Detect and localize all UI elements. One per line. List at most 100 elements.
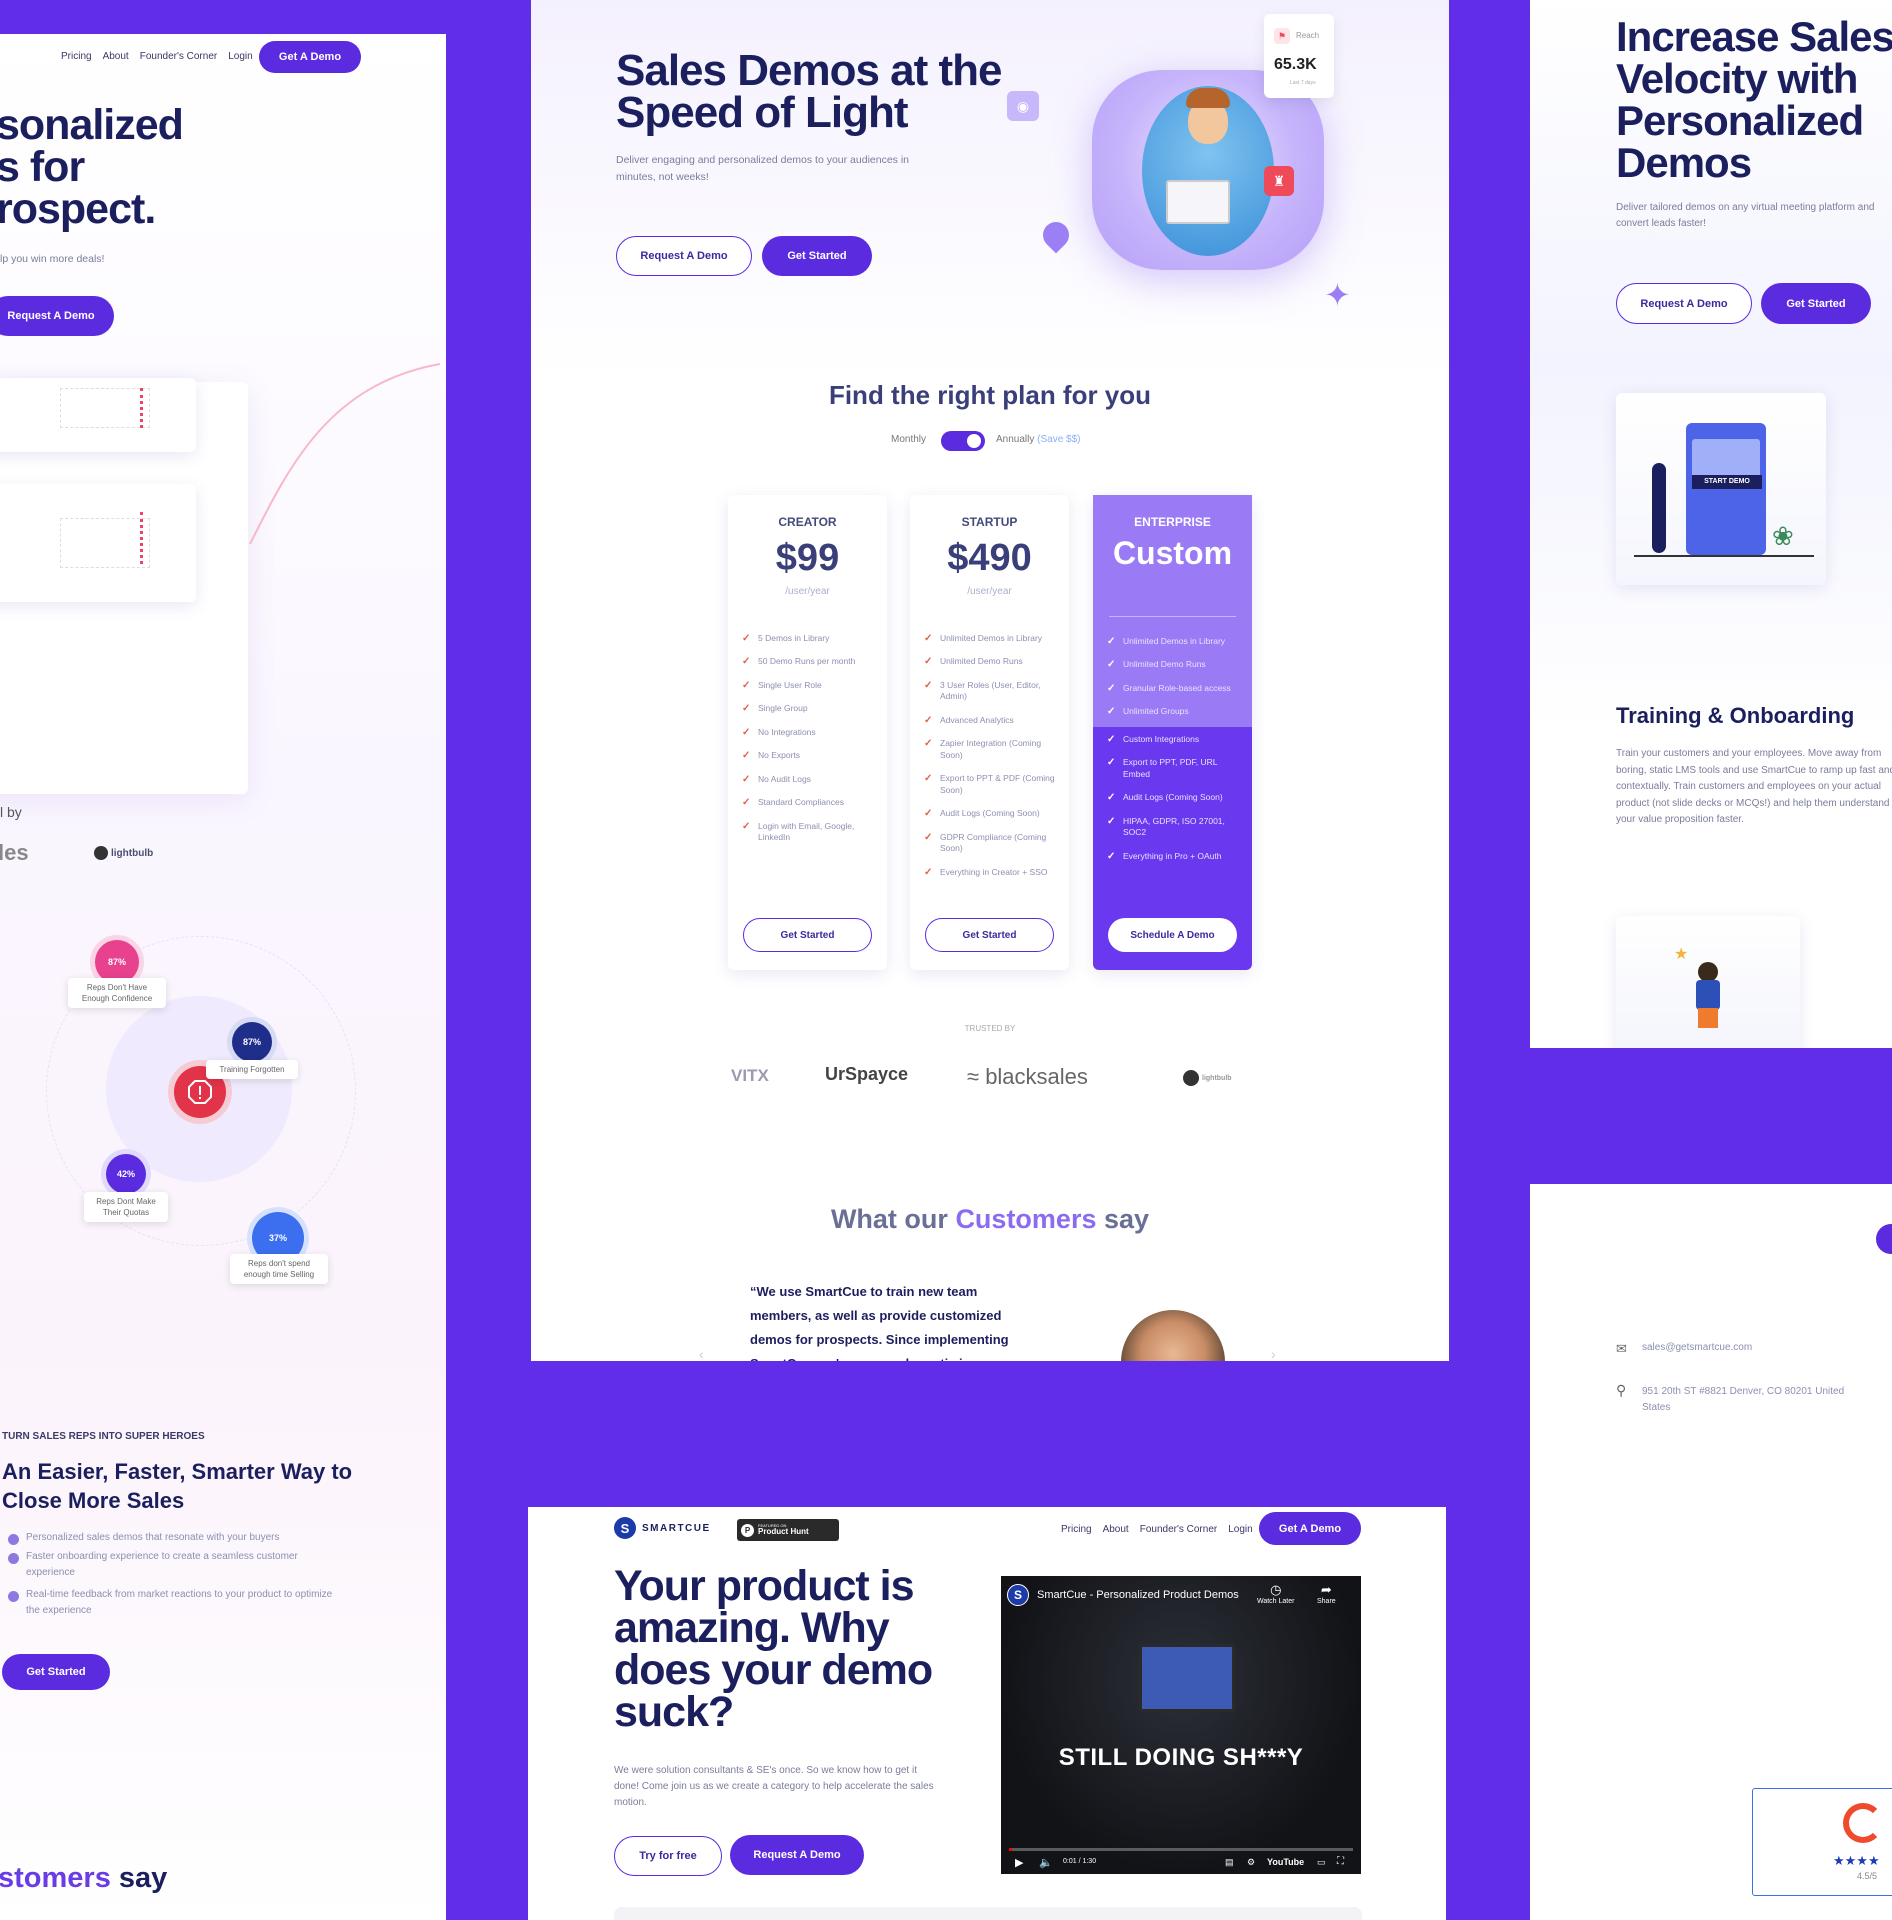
video-player[interactable]: S SmartCue - Personalized Product Demos … bbox=[1001, 1576, 1361, 1874]
hero-title: sonalized s for rospect. bbox=[0, 101, 184, 233]
try-for-free-button[interactable]: Try for free bbox=[614, 1836, 722, 1876]
contact-panel: ✉ sales@getsmartcue.com ⚲ 951 20th ST #8… bbox=[1530, 1184, 1892, 1920]
bullet-item: Faster onboarding experience to create a… bbox=[0, 1549, 340, 1581]
testimonial-quote: “We use SmartCue to train new team membe… bbox=[750, 1284, 1012, 1361]
feature-item: HIPAA, GDPR, ISO 27001, SOC2 bbox=[1107, 810, 1238, 845]
plan-card-enterprise: ENTERPRISE Custom Unlimited Demos in Lib… bbox=[1093, 495, 1252, 970]
get-a-demo-button[interactable]: Get A Demo bbox=[259, 41, 361, 73]
nav-pricing[interactable]: Pricing bbox=[61, 51, 92, 62]
feature-item: Everything in Pro + OAuth bbox=[1107, 845, 1238, 868]
trophy-icon: ★ bbox=[1674, 946, 1689, 963]
plan-card-startup: STARTUP $490 /user/year Unlimited Demos … bbox=[910, 495, 1069, 970]
video-title[interactable]: SmartCue - Personalized Product Demos bbox=[1037, 1589, 1239, 1601]
stat-label: Training Forgotten bbox=[206, 1060, 298, 1080]
chevron-right-icon[interactable]: › bbox=[1271, 1346, 1276, 1361]
feature-item: Unlimited Groups bbox=[1107, 700, 1238, 723]
request-demo-button[interactable]: Request A Demo bbox=[0, 296, 114, 336]
location-icon: ⚲ bbox=[1616, 1382, 1627, 1398]
laptop-screen bbox=[1139, 1644, 1235, 1712]
play-icon[interactable]: ▶ bbox=[1015, 1856, 1023, 1869]
stat-label: Reps Dont Make Their Quotas bbox=[84, 1192, 168, 1223]
schedule-demo-button[interactable]: Schedule A Demo bbox=[1108, 918, 1237, 952]
contact-address: 951 20th ST #8821 Denver, CO 80201 Unite… bbox=[1642, 1386, 1845, 1413]
plan-price: Custom bbox=[1112, 535, 1233, 571]
nav-about[interactable]: About bbox=[103, 51, 129, 62]
feature-item: 5 Demos in Library bbox=[742, 627, 873, 650]
get-started-button[interactable]: Get Started bbox=[925, 918, 1054, 952]
get-started-button[interactable]: Get Started bbox=[1761, 283, 1871, 324]
nav-login[interactable]: Login bbox=[1228, 1524, 1252, 1535]
reach-period: Last 7 days bbox=[1290, 80, 1316, 86]
feature-list: Unlimited Demos in Library Unlimited Dem… bbox=[910, 627, 1069, 884]
badge-icon: ◉ bbox=[1007, 91, 1039, 121]
watch-later-button[interactable]: ◷ Watch Later bbox=[1257, 1582, 1294, 1605]
section-title: Training & Onboarding bbox=[1616, 703, 1855, 728]
feature-item: No Audit Logs bbox=[742, 768, 873, 791]
nav-founders-corner[interactable]: Founder's Corner bbox=[1140, 1524, 1218, 1535]
bullet-item: Real-time feedback from market reactions… bbox=[0, 1587, 340, 1619]
left-nav: Pricing About Founder's Corner Login bbox=[61, 51, 264, 62]
feature-item: Login with Email, Google, LinkedIn bbox=[742, 815, 873, 850]
feature-list: Unlimited Demos in Library Unlimited Dem… bbox=[1093, 630, 1252, 868]
hero-title: Sales Demos at the Speed of Light bbox=[616, 46, 1003, 137]
captions-icon[interactable]: ▤ bbox=[1225, 1857, 1234, 1868]
youtube-logo[interactable]: YouTube bbox=[1267, 1857, 1304, 1867]
nav-about[interactable]: About bbox=[1103, 1524, 1129, 1535]
scroll-button[interactable] bbox=[1876, 1224, 1892, 1254]
next-section-preview bbox=[614, 1907, 1362, 1920]
request-demo-button[interactable]: Request A Demo bbox=[616, 236, 752, 276]
fullscreen-icon[interactable]: ⛶ bbox=[1337, 1856, 1344, 1867]
feature-item: Single User Role bbox=[742, 674, 873, 697]
plan-name: STARTUP bbox=[961, 515, 1018, 529]
trusted-label: l by bbox=[0, 804, 22, 820]
get-started-button[interactable]: Get Started bbox=[762, 236, 872, 276]
feature-item: Export to PPT & PDF (Coming Soon) bbox=[924, 767, 1055, 802]
get-started-button[interactable]: Get Started bbox=[743, 918, 872, 952]
smartcue-logo[interactable]: S SMARTCUE bbox=[614, 1517, 711, 1539]
nav-login[interactable]: Login bbox=[228, 51, 252, 62]
hero-subtitle: Deliver tailored demos on any virtual me… bbox=[1616, 202, 1875, 229]
product-hunt-badge[interactable]: P FEATURED ON Product Hunt bbox=[737, 1519, 839, 1541]
get-a-demo-button[interactable]: Get A Demo bbox=[1259, 1512, 1361, 1545]
reach-label: Reach bbox=[1296, 31, 1320, 40]
g2-badge[interactable]: ★★★★ 4.5/5 bbox=[1752, 1788, 1892, 1896]
chevron-left-icon[interactable]: ‹ bbox=[699, 1346, 704, 1361]
feature-item: Export to PPT, PDF, URL Embed bbox=[1107, 751, 1238, 786]
request-demo-button[interactable]: Request A Demo bbox=[1616, 283, 1752, 324]
preview-card bbox=[0, 484, 196, 602]
cast-icon[interactable]: ▭ bbox=[1317, 1857, 1326, 1868]
lightbulb-logo: lightbulb bbox=[1183, 1070, 1232, 1086]
feature-item: Everything in Creator + SSO bbox=[924, 861, 1055, 884]
reach-card: ⚑ Reach 65.3K Last 7 days bbox=[1264, 14, 1334, 98]
feature-list: 5 Demos in Library 50 Demo Runs per mont… bbox=[728, 627, 887, 850]
stat-badge: 87% bbox=[232, 1022, 272, 1062]
stat-label: Reps Don't Have Enough Confidence bbox=[68, 978, 166, 1009]
clock-icon: ◷ bbox=[1270, 1582, 1282, 1597]
settings-icon[interactable]: ⚙ bbox=[1247, 1857, 1255, 1868]
nav-founders-corner[interactable]: Founder's Corner bbox=[140, 51, 218, 62]
billing-toggle[interactable] bbox=[941, 431, 985, 451]
toggle-annually[interactable]: Annually (Save $$) bbox=[996, 434, 1081, 445]
share-button[interactable]: ➦ Share bbox=[1317, 1582, 1336, 1605]
rating-stars: ★★★★ bbox=[1833, 1853, 1880, 1868]
plan-name: ENTERPRISE bbox=[1134, 515, 1211, 529]
rating-value: 4.5/5 bbox=[1857, 1871, 1878, 1881]
get-started-button[interactable]: Get Started bbox=[2, 1654, 110, 1690]
feature-item: Granular Role-based access bbox=[1107, 677, 1238, 700]
request-demo-button[interactable]: Request A Demo bbox=[730, 1835, 864, 1875]
channel-avatar[interactable]: S bbox=[1007, 1584, 1029, 1606]
drop-shape bbox=[1037, 216, 1075, 254]
blacksales-logo: ≈ blacksales bbox=[967, 1064, 1088, 1089]
blacksales-logo: les bbox=[0, 840, 29, 865]
volume-icon[interactable]: 🔈 bbox=[1039, 1856, 1053, 1869]
toggle-monthly[interactable]: Monthly bbox=[891, 434, 926, 445]
video-progress[interactable] bbox=[1009, 1848, 1353, 1851]
feature-item: 50 Demo Runs per month bbox=[742, 650, 873, 673]
stat-badge: 42% bbox=[106, 1154, 146, 1194]
plan-price: $490 bbox=[947, 537, 1032, 579]
pricing-title: Find the right plan for you bbox=[828, 380, 1152, 410]
hero-subtitle: lp you win more deals! bbox=[0, 253, 105, 265]
contact-email[interactable]: sales@getsmartcue.com bbox=[1642, 1342, 1752, 1353]
plan-card-creator: CREATOR $99 /user/year 5 Demos in Librar… bbox=[728, 495, 887, 970]
nav-pricing[interactable]: Pricing bbox=[1061, 1524, 1092, 1535]
